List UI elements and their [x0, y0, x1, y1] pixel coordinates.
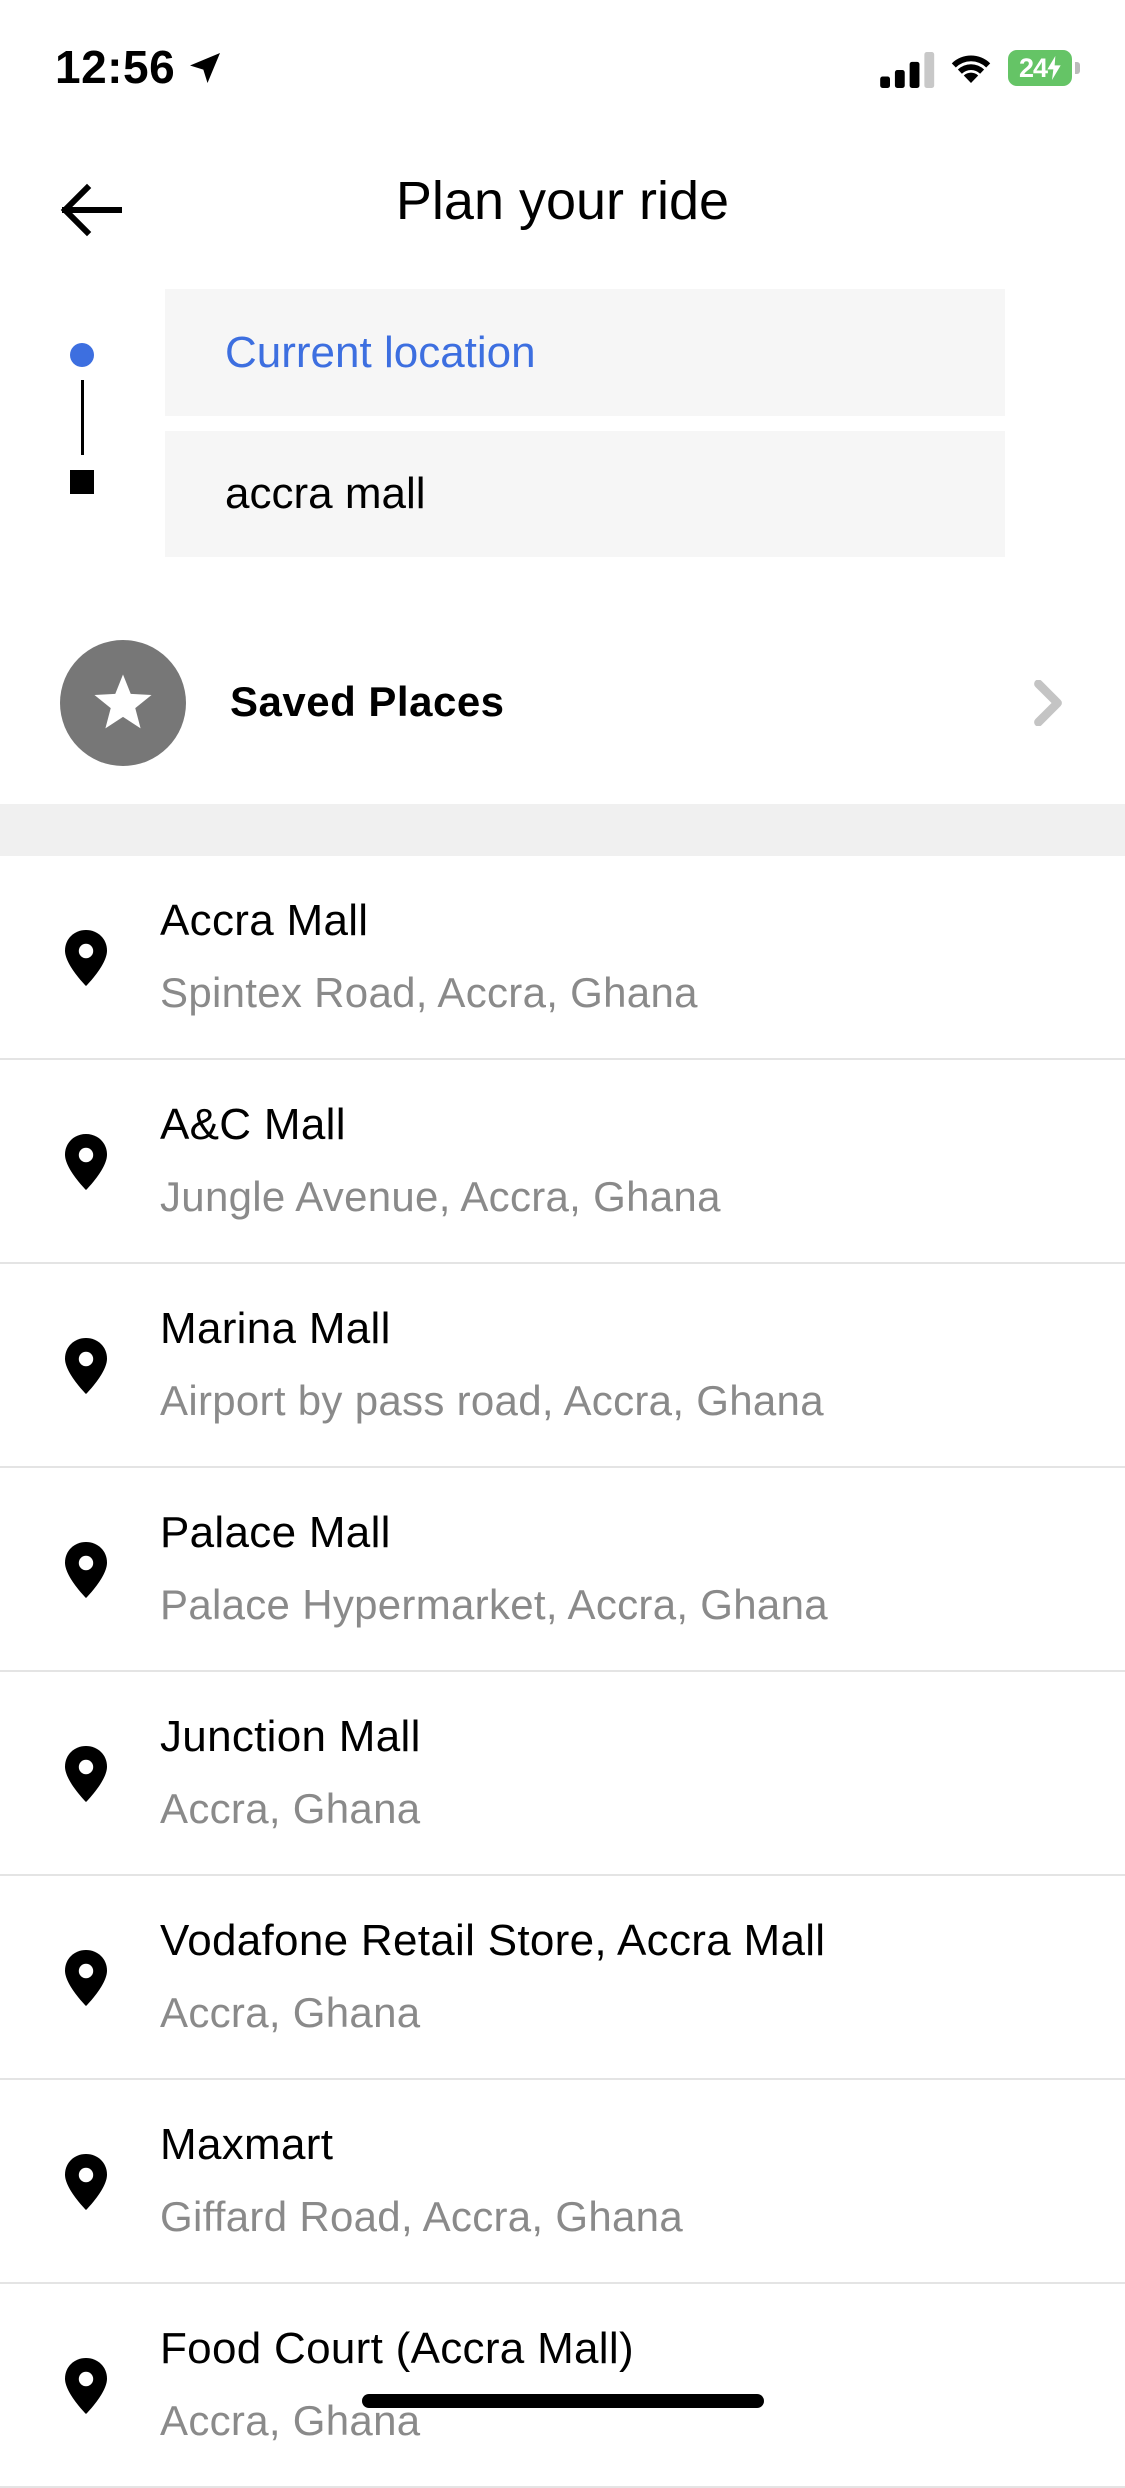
result-title: A&C Mall	[160, 1100, 346, 1149]
location-pin-icon	[65, 1950, 107, 2006]
result-row[interactable]: A&C Mall Jungle Avenue, Accra, Ghana	[0, 1060, 1125, 1264]
location-pin-icon	[65, 930, 107, 986]
battery-level: 24	[1008, 50, 1072, 86]
wifi-icon	[951, 55, 991, 83]
location-pin-icon	[65, 1542, 107, 1598]
result-title: Accra Mall	[160, 896, 369, 945]
result-row[interactable]: Vodafone Retail Store, Accra Mall Accra, …	[0, 1876, 1125, 2080]
saved-places-icon-circle	[60, 640, 186, 766]
result-subtitle: Accra, Ghana	[160, 1989, 421, 2036]
location-pin-icon	[65, 1134, 107, 1190]
location-pin-icon	[65, 2154, 107, 2210]
route-connector-line	[81, 380, 84, 455]
location-pin-icon	[65, 2358, 107, 2414]
result-title: Marina Mall	[160, 1304, 391, 1353]
pickup-dot-icon	[70, 343, 94, 367]
result-subtitle: Jungle Avenue, Accra, Ghana	[160, 1173, 721, 1220]
saved-places-button[interactable]: Saved Places	[0, 630, 1125, 775]
result-title: Vodafone Retail Store, Accra Mall	[160, 1916, 826, 1965]
signal-icon	[880, 52, 935, 88]
location-pin-icon	[65, 1338, 107, 1394]
search-results-list: Accra Mall Spintex Road, Accra, Ghana A&C …	[0, 856, 1125, 2488]
chevron-right-icon	[1034, 680, 1062, 726]
result-row[interactable]: Marina Mall Airport by pass road, Accra, …	[0, 1264, 1125, 1468]
result-title: Food Court (Accra Mall)	[160, 2324, 634, 2373]
result-title: Junction Mall	[160, 1712, 421, 1761]
star-icon	[94, 674, 152, 729]
result-row[interactable]: Palace Mall Palace Hypermarket, Accra, Gh…	[0, 1468, 1125, 1672]
result-subtitle: Spintex Road, Accra, Ghana	[160, 969, 698, 1016]
result-row[interactable]: Junction Mall Accra, Ghana	[0, 1672, 1125, 1876]
result-title: Palace Mall	[160, 1508, 391, 1557]
saved-places-label: Saved Places	[230, 678, 505, 725]
dropoff-square-icon	[70, 470, 94, 494]
battery-icon: 24	[1008, 50, 1080, 86]
section-divider	[0, 804, 1125, 856]
battery-level-text: 24	[1018, 52, 1048, 83]
result-row[interactable]: Maxmart Giffard Road, Accra, Ghana	[0, 2080, 1125, 2284]
home-indicator	[362, 2394, 764, 2408]
charging-bolt-icon	[1047, 56, 1061, 80]
location-arrow-icon	[190, 53, 220, 83]
result-subtitle: Airport by pass road, Accra, Ghana	[160, 1377, 824, 1424]
status-time: 12:56	[55, 41, 176, 93]
result-subtitle: Giffard Road, Accra, Ghana	[160, 2193, 683, 2240]
result-subtitle: Palace Hypermarket, Accra, Ghana	[160, 1581, 828, 1628]
page-title: Plan your ride	[395, 171, 730, 231]
result-subtitle: Accra, Ghana	[160, 1785, 421, 1832]
pickup-location-input[interactable]	[165, 289, 1005, 416]
result-row[interactable]: Accra Mall Spintex Road, Accra, Ghana	[0, 856, 1125, 1060]
result-row[interactable]: Food Court (Accra Mall) Accra, Ghana	[0, 2284, 1125, 2488]
status-bar: 12:56 24	[0, 0, 1125, 135]
dropoff-location-input[interactable]	[165, 431, 1005, 557]
result-title: Maxmart	[160, 2120, 334, 2169]
battery-cap	[1075, 62, 1080, 74]
location-pin-icon	[65, 1746, 107, 1802]
